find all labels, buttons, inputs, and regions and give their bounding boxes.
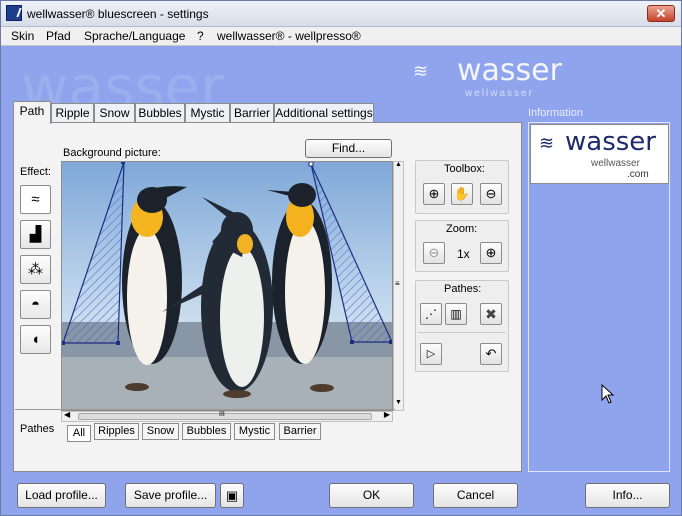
- zoom-label: Zoom:: [446, 223, 478, 235]
- tab-mystic[interactable]: Mystic: [185, 103, 230, 123]
- pathes-tools-label: Pathes:: [444, 283, 482, 295]
- pathes-group: Pathes: ⋰ ▥ ✖ ▷ ↶: [415, 280, 509, 372]
- app-icon: [6, 5, 22, 21]
- zoom-value: 1x: [457, 247, 470, 261]
- menu-language[interactable]: Sprache/Language: [84, 29, 185, 43]
- path-tab-all[interactable]: All: [67, 425, 91, 442]
- scroll-grip-icon[interactable]: ≡: [395, 279, 400, 288]
- top-logo: ≋ wasser wellwasser: [413, 53, 562, 99]
- menu-pfad[interactable]: Pfad: [46, 29, 71, 43]
- delete-x-icon[interactable]: ✖: [480, 303, 502, 325]
- find-button[interactable]: Find...: [305, 139, 392, 158]
- path-tab-bubbles[interactable]: Bubbles: [182, 423, 231, 440]
- save-profile-button[interactable]: Save profile...: [125, 483, 216, 508]
- menu-skin[interactable]: Skin: [11, 29, 34, 43]
- scroll-up-icon[interactable]: ▲: [395, 161, 402, 168]
- tab-ripple[interactable]: Ripple: [51, 103, 94, 123]
- snow-icon[interactable]: ⁂: [20, 255, 51, 284]
- window-title: wellwasser® bluescreen - settings: [27, 7, 209, 21]
- waves-icon[interactable]: ≈: [20, 185, 51, 214]
- toolbox-label: Toolbox:: [444, 163, 485, 175]
- tab-snow[interactable]: Snow: [94, 103, 135, 123]
- pacman-icon[interactable]: ◖: [20, 325, 51, 354]
- effect-label: Effect:: [20, 166, 51, 178]
- vertical-scrollbar[interactable]: ▲ ≡ ▼: [393, 161, 404, 411]
- ok-button[interactable]: OK: [329, 483, 414, 508]
- path-tab-mystic[interactable]: Mystic: [234, 423, 275, 440]
- pathes-divider-line: [15, 409, 395, 410]
- bubbles-icon[interactable]: ◓: [20, 290, 51, 319]
- penguins-picture: [62, 162, 392, 410]
- path-tab-snow[interactable]: Snow: [142, 423, 179, 440]
- tab-additional-settings[interactable]: Additional settings: [274, 103, 374, 123]
- scroll-thumb-grip: III: [219, 411, 225, 418]
- ripple-icon[interactable]: ▟: [20, 220, 51, 249]
- tab-bubbles[interactable]: Bubbles: [135, 103, 185, 123]
- zoom-out-disabled-icon[interactable]: ⊖: [423, 242, 445, 264]
- load-profile-button[interactable]: Load profile...: [17, 483, 106, 508]
- menu-bar: Skin Pfad Sprache/Language ? wellwasser®…: [1, 27, 681, 46]
- play-triangle-icon[interactable]: ▷: [420, 343, 442, 365]
- path-tab-barrier[interactable]: Barrier: [279, 423, 321, 440]
- zoom-in-icon[interactable]: ⊕: [423, 183, 445, 205]
- wave-logo-icon: ≋: [413, 61, 428, 81]
- zoom-out-icon[interactable]: ⊖: [480, 183, 502, 205]
- wave-logo-icon: ≋: [539, 133, 555, 153]
- hand-icon[interactable]: ✋: [451, 183, 473, 205]
- info-logo[interactable]: ≋ wasser wellwasser .com: [530, 124, 669, 184]
- menu-wellwasser[interactable]: wellwasser® - wellpresso®: [217, 29, 361, 43]
- information-label: Information: [528, 107, 584, 119]
- scroll-left-icon[interactable]: ◀: [64, 410, 70, 419]
- scroll-down-icon[interactable]: ▼: [395, 399, 402, 406]
- pathes-label: Pathes: [20, 423, 55, 435]
- zoom-plus-icon[interactable]: ⊕: [480, 242, 502, 264]
- tab-path[interactable]: Path: [13, 101, 51, 124]
- info-button[interactable]: Info...: [585, 483, 670, 508]
- mouse-cursor-icon: [601, 384, 615, 404]
- path-tab-ripples[interactable]: Ripples: [94, 423, 139, 440]
- trash-icon[interactable]: ▥: [445, 303, 467, 325]
- save-disk-icon[interactable]: ▣: [220, 483, 244, 508]
- settings-window: wellwasser® bluescreen - settings ✕ Skin…: [0, 0, 682, 516]
- tab-barrier[interactable]: Barrier: [230, 103, 274, 123]
- zoom-group: Zoom: ⊖ 1x ⊕: [415, 220, 509, 272]
- toolbox-group: Toolbox: ⊕ ✋ ⊖: [415, 160, 509, 214]
- menu-help[interactable]: ?: [197, 29, 204, 43]
- scroll-right-icon[interactable]: ▶: [384, 410, 390, 419]
- background-image[interactable]: [61, 161, 393, 411]
- horizontal-scrollbar[interactable]: ◀ III ▶: [61, 410, 393, 422]
- pathes-divider: [418, 332, 506, 333]
- path-nodes-icon[interactable]: ⋰: [420, 303, 442, 325]
- close-button[interactable]: ✕: [647, 5, 675, 22]
- undo-icon[interactable]: ↶: [480, 343, 502, 365]
- title-bar[interactable]: wellwasser® bluescreen - settings ✕: [1, 1, 681, 27]
- horizontal-scroll-thumb[interactable]: III: [78, 411, 372, 420]
- background-picture-label: Background picture:: [63, 147, 161, 159]
- cancel-button[interactable]: Cancel: [433, 483, 518, 508]
